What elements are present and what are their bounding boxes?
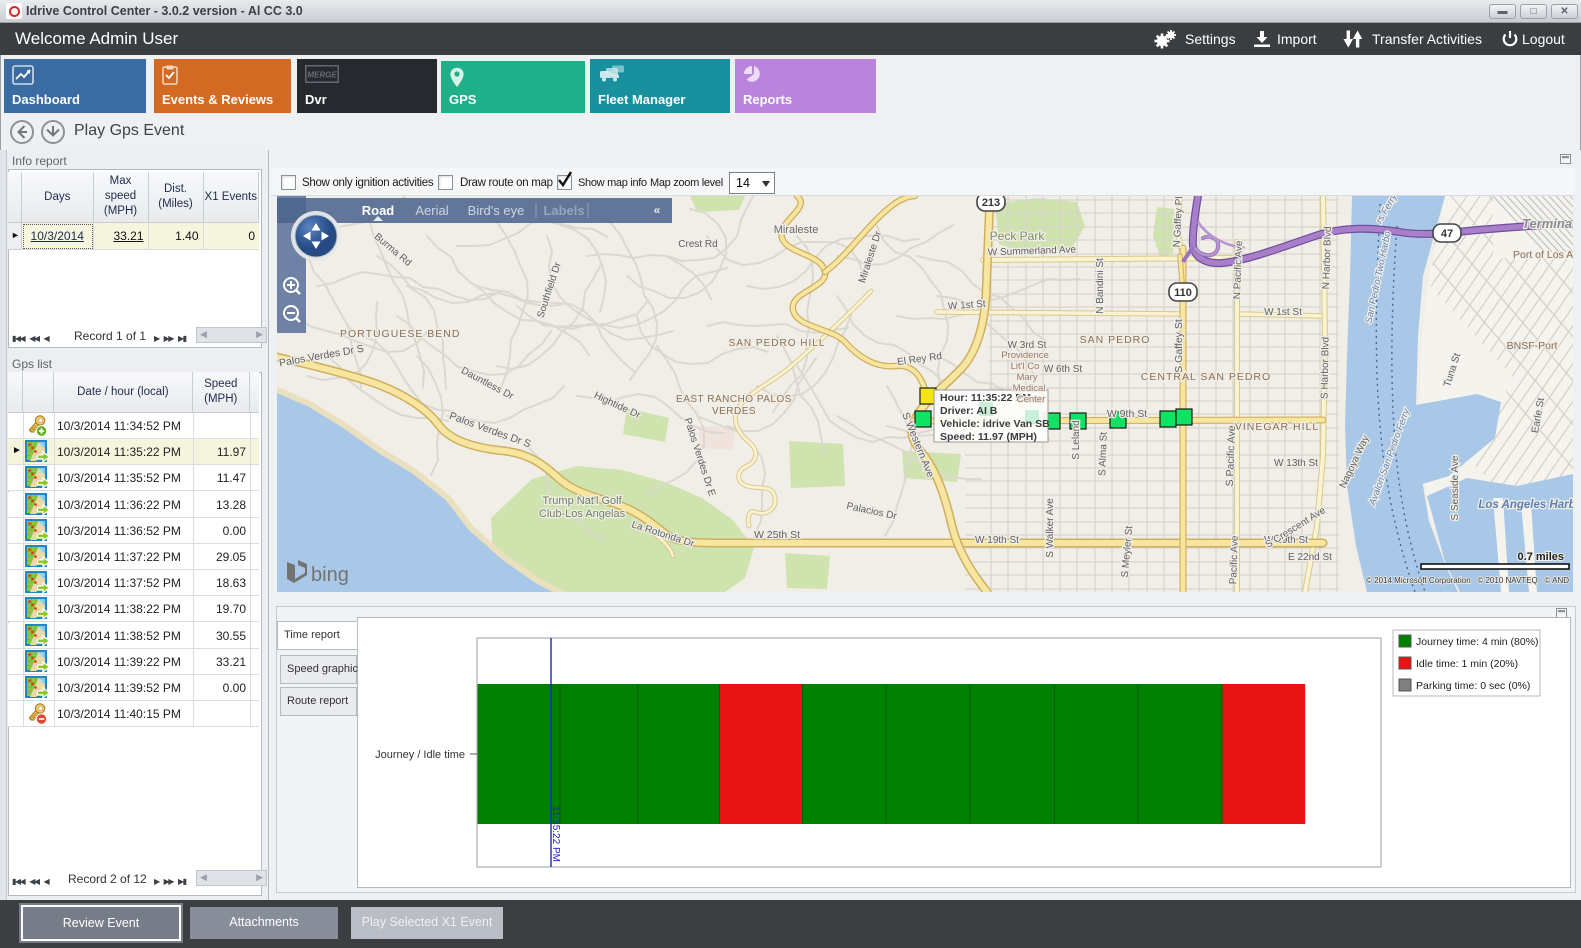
svg-text:W 1st St: W 1st St <box>1264 307 1302 318</box>
svg-text:BNSF-Port: BNSF-Port <box>1507 340 1558 352</box>
svg-text:Idle time: 1 min (20%): Idle time: 1 min (20%) <box>1416 658 1518 670</box>
svg-text:VINEGAR HILL: VINEGAR HILL <box>1235 421 1319 433</box>
svg-text:Pacific Ave: Pacific Ave <box>1228 535 1241 585</box>
svg-text:Journey / Idle time: Journey / Idle time <box>375 749 465 761</box>
svg-text:SAN PEDRO HILL: SAN PEDRO HILL <box>729 338 826 349</box>
svg-text:W 19th St: W 19th St <box>975 535 1019 546</box>
svg-text:W 25th St: W 25th St <box>754 529 800 541</box>
svg-text:W 13th St: W 13th St <box>1274 458 1318 469</box>
svg-text:Journey time: 4 min (80%): Journey time: 4 min (80%) <box>1416 636 1539 648</box>
svg-text:S Gaffey St: S Gaffey St <box>1173 319 1185 373</box>
svg-text:N Bandini St: N Bandini St <box>1095 258 1106 314</box>
svg-text:PORTUGUESE BEND: PORTUGUESE BEND <box>340 328 460 340</box>
svg-text:Los Angeles Harb: Los Angeles Harb <box>1478 499 1573 511</box>
svg-text:SAN PEDRO: SAN PEDRO <box>1080 334 1151 346</box>
svg-text:47: 47 <box>1441 228 1453 240</box>
svg-text:Medical: Medical <box>1013 383 1046 394</box>
svg-text:N Harbor Blvd: N Harbor Blvd <box>1321 226 1334 289</box>
svg-text:S Seaside Ave: S Seaside Ave <box>1450 455 1461 520</box>
svg-text:Peck Park: Peck Park <box>990 229 1046 243</box>
svg-text:Mary: Mary <box>1016 372 1037 383</box>
svg-text:VERDES: VERDES <box>712 406 756 417</box>
svg-text:Vehicle: idrive Van SB: Vehicle: idrive Van SB <box>940 418 1050 430</box>
svg-text:«: « <box>654 203 661 217</box>
svg-text:S Pacific Ave: S Pacific Ave <box>1224 425 1238 487</box>
svg-text:0.7 miles: 0.7 miles <box>1518 551 1564 563</box>
svg-text:110: 110 <box>1174 287 1192 299</box>
svg-text:Providence: Providence <box>1001 350 1049 361</box>
svg-text:W 6th St: W 6th St <box>1044 364 1083 375</box>
svg-text:EAST RANCHO PALOS: EAST RANCHO PALOS <box>676 394 792 405</box>
svg-text:Center: Center <box>1017 394 1046 405</box>
svg-text:S Harbor Blvd: S Harbor Blvd <box>1319 337 1331 399</box>
svg-text:Road: Road <box>362 203 395 218</box>
svg-text:Driver: AI B: Driver: AI B <box>940 405 998 417</box>
svg-text:© 2014 Microsoft Corporation: © 2014 Microsoft Corporation © 2010 NAVT… <box>1366 576 1569 585</box>
svg-text:W 9th St: W 9th St <box>1107 408 1147 420</box>
svg-text:Bird's eye: Bird's eye <box>468 203 525 218</box>
svg-text:CENTRAL SAN PEDRO: CENTRAL SAN PEDRO <box>1141 371 1271 383</box>
svg-text:11:35:22 PM: 11:35:22 PM <box>550 806 561 862</box>
svg-text:S Alma St: S Alma St <box>1097 432 1110 476</box>
svg-text:Port of Los Angel: Port of Los Angel <box>1513 249 1573 261</box>
svg-text:Club-Los Angelas: Club-Los Angelas <box>539 508 626 520</box>
svg-text:Miraleste: Miraleste <box>774 224 819 236</box>
svg-text:Crest Rd: Crest Rd <box>678 239 717 250</box>
svg-text:MERGE: MERGE <box>307 71 337 80</box>
svg-text:Aerial: Aerial <box>415 203 448 218</box>
svg-text:N Pacific Ave: N Pacific Ave <box>1232 240 1245 300</box>
svg-text:Terminal Isl: Terminal Isl <box>1522 216 1573 231</box>
svg-text:Parking time: 0 sec (0%): Parking time: 0 sec (0%) <box>1416 680 1530 692</box>
svg-text:213: 213 <box>982 197 1000 209</box>
svg-text:Speed: 11.97 (MPH): Speed: 11.97 (MPH) <box>940 431 1037 443</box>
svg-text:Trump Nat'l Golf: Trump Nat'l Golf <box>542 495 622 507</box>
svg-text:S Walker Ave: S Walker Ave <box>1045 498 1056 558</box>
svg-text:Labels: Labels <box>543 203 584 218</box>
svg-text:bing: bing <box>311 564 349 586</box>
svg-text:E 22nd St: E 22nd St <box>1288 552 1332 563</box>
svg-text:S Leland: S Leland <box>1071 420 1082 459</box>
svg-text:Lit'l Co: Lit'l Co <box>1011 361 1040 372</box>
